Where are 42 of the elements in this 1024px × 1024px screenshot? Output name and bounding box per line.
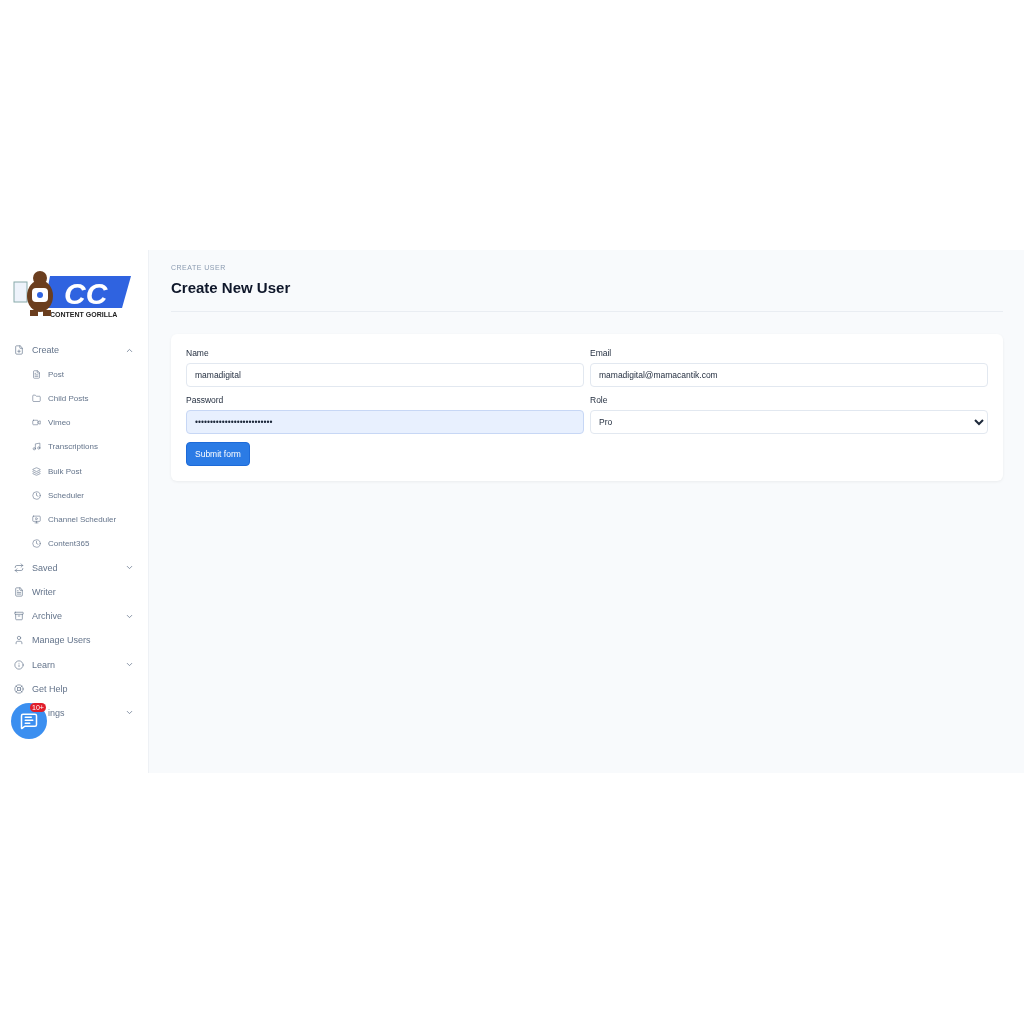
sidebar-item[interactable]: Post: [0, 362, 148, 387]
sidebar-item[interactable]: Writer: [0, 579, 148, 605]
repeat-icon: [14, 562, 24, 573]
sidebar-item[interactable]: Saved: [0, 555, 148, 580]
clock-icon: [32, 539, 41, 549]
video-camera-icon: [32, 418, 41, 428]
sidebar-item[interactable]: Scheduler: [0, 483, 148, 508]
file-plus-icon: [14, 345, 24, 356]
sidebar-item[interactable]: Learn: [0, 652, 148, 677]
music-note-icon: [32, 442, 41, 452]
document-icon: [32, 369, 41, 379]
sidebar-item[interactable]: Content365: [0, 531, 148, 556]
chat-icon: [20, 712, 38, 730]
sidebar-item[interactable]: Child Posts: [0, 386, 148, 411]
user-icon: [14, 635, 24, 646]
field-label: Email: [590, 348, 613, 358]
sidebar-item[interactable]: Vimeo: [0, 410, 148, 435]
sidebar-item[interactable]: Channel Scheduler: [0, 507, 148, 532]
role-select[interactable]: Pro: [590, 410, 988, 434]
field-label: Name: [186, 348, 210, 358]
field-label: Role: [590, 395, 609, 405]
submit-button[interactable]: Submit form: [186, 442, 250, 466]
input-field[interactable]: mamadigital@mamacantik.com: [590, 363, 988, 387]
layers-icon: [32, 466, 41, 476]
sidebar-item[interactable]: Create: [0, 338, 148, 363]
play-screen-icon: [32, 514, 41, 524]
sidebar-item[interactable]: Get Help: [0, 676, 148, 701]
sidebar-item[interactable]: Manage Users: [0, 628, 148, 653]
sidebar-item[interactable]: Bulk Post: [0, 458, 148, 484]
page-title: Create New User: [171, 279, 1003, 312]
info-icon: [14, 659, 24, 670]
sidebar-item[interactable]: Transcriptions: [0, 434, 148, 459]
sidebar-item[interactable]: ings: [48, 700, 148, 725]
input-field[interactable]: mamadigital: [186, 363, 584, 387]
sidebar-item[interactable]: Archive: [0, 604, 148, 629]
field-label: Password: [186, 395, 225, 405]
clock-icon: [32, 490, 41, 500]
archive-box-icon: [14, 611, 24, 622]
input-field[interactable]: ••••••••••••••••••••••••••: [186, 410, 584, 434]
lifebuoy-icon: [14, 683, 24, 694]
folder-icon: [32, 393, 41, 403]
document-icon: [14, 586, 24, 597]
